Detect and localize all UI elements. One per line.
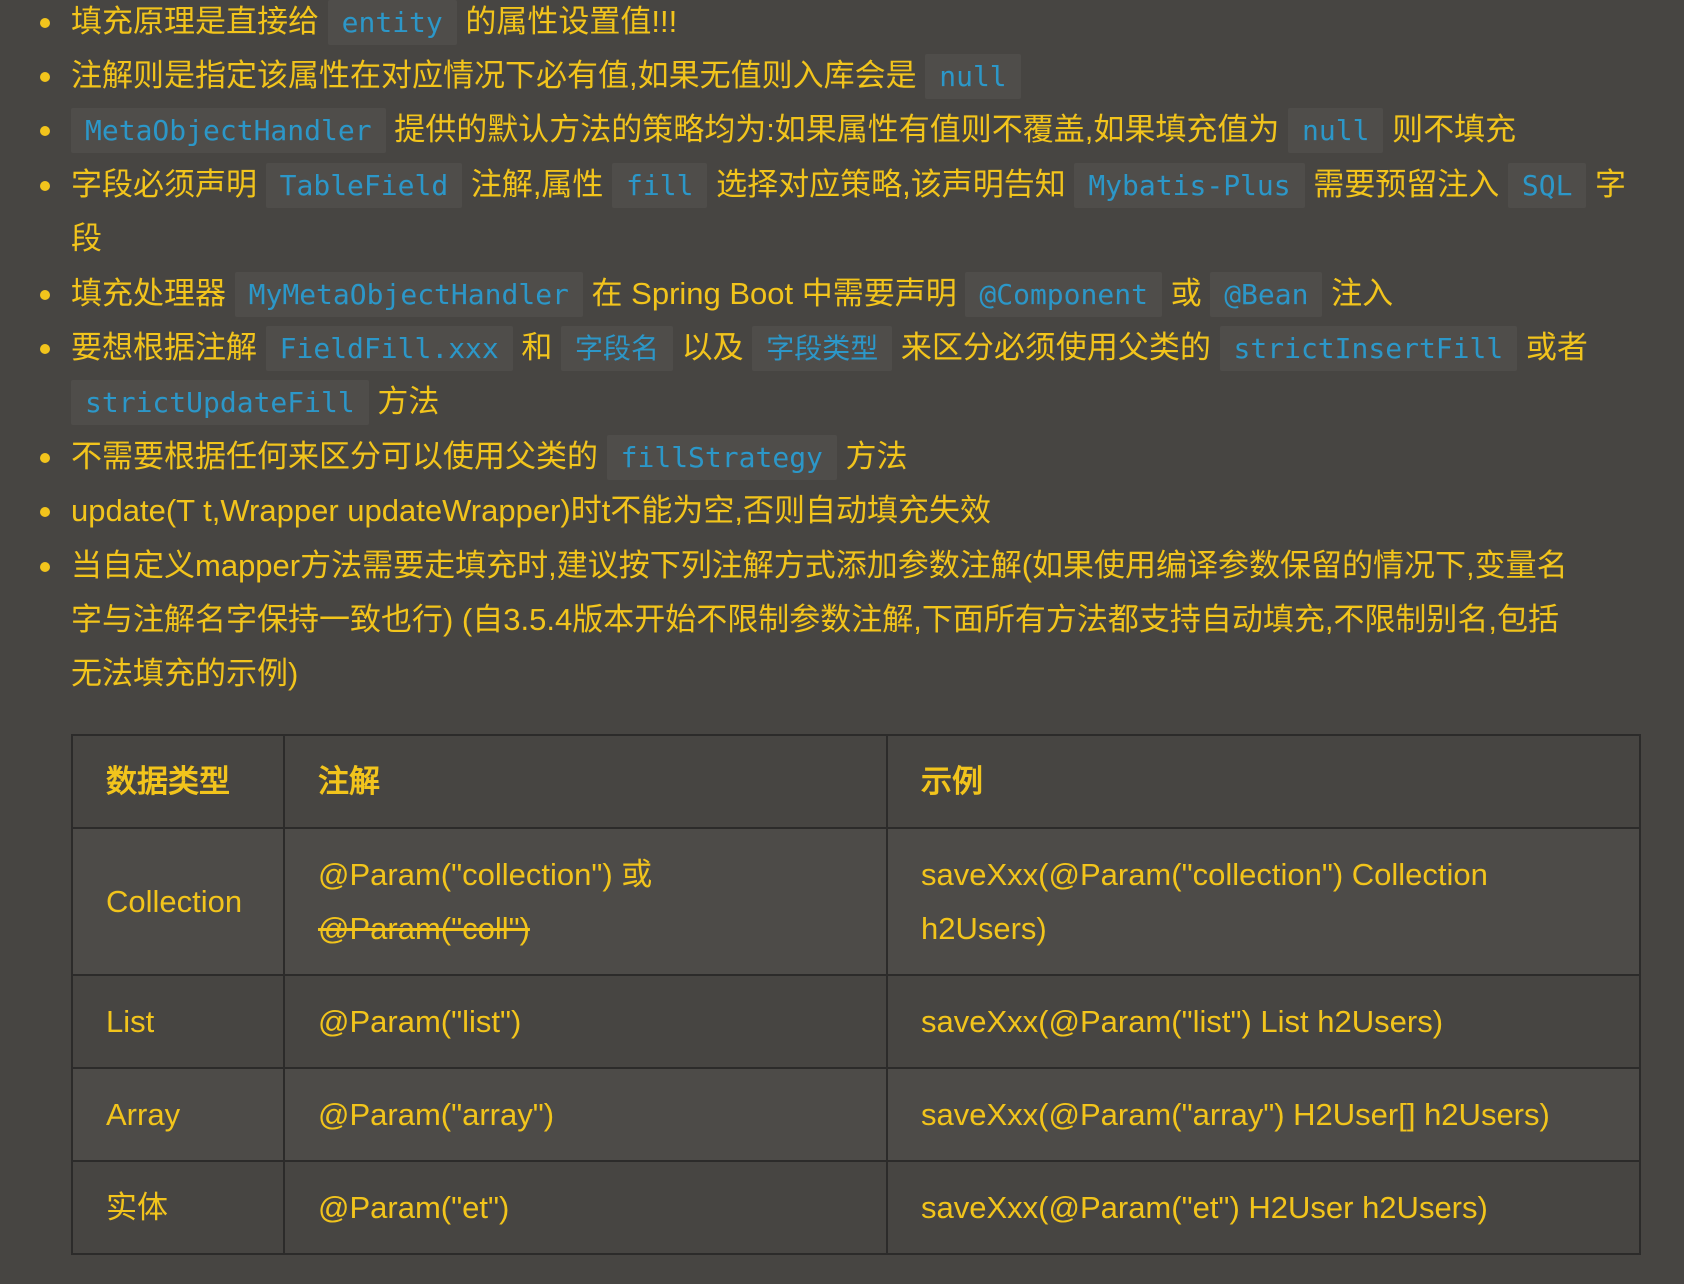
bullet <box>40 321 50 375</box>
inline-code: SQL <box>1507 163 1587 208</box>
note-line: 段 <box>71 212 1631 266</box>
header-example: 示例 <box>886 734 1641 829</box>
note-text: 字段必须声明 <box>71 167 266 202</box>
bullet <box>40 539 50 593</box>
note-text: 方法 <box>368 384 440 419</box>
inline-code: 字段类型 <box>752 326 893 371</box>
note-line: 字段必须声明 TableField 注解,属性 fill 选择对应策略,该声明告… <box>71 158 1631 212</box>
bullet <box>40 267 50 321</box>
note-text: 选择对应策略,该声明告知 <box>707 167 1075 202</box>
note-text: 或者 <box>1517 330 1588 365</box>
inline-code: FieldFill.xxx <box>265 326 513 371</box>
note-line: 无法填充的示例) <box>71 656 299 691</box>
note-text: 方法 <box>836 439 908 474</box>
table-row: Array @Param("array") saveXxx(@Param("ar… <box>71 1067 1641 1162</box>
list-item: 填充处理器 MyMetaObjectHandler 在 Spring Boot … <box>40 267 1631 322</box>
cell-data-type: Array <box>71 1067 285 1162</box>
inline-code: 字段名 <box>561 326 674 371</box>
inline-code: Mybatis-Plus <box>1074 163 1305 208</box>
bullet <box>40 0 50 49</box>
note-line: 字与注解名字保持一致也行) (自3.5.4版本开始不限制参数注解,下面所有方法都… <box>71 602 1560 637</box>
list-item: 当自定义mapper方法需要走填充时,建议按下列注解方式添加参数注解(如果使用编… <box>40 539 1631 701</box>
cell-annotation: @Param("list") <box>283 974 888 1069</box>
table-header-row: 数据类型 注解 示例 <box>71 734 1641 829</box>
note-text: update(T t,Wrapper updateWrapper)时t不能为空,… <box>71 493 991 528</box>
bullet <box>40 103 50 157</box>
note-line: 要想根据注解 FieldFill.xxx 和 字段名 以及 字段类型 来区分必须… <box>71 321 1631 375</box>
note-text: 和 <box>512 330 562 365</box>
note-line: strictUpdateFill 方法 <box>71 375 1631 429</box>
cell-annotation: @Param("et") <box>283 1160 888 1255</box>
note-text: 要想根据注解 <box>71 330 266 365</box>
note-text: 注入 <box>1322 276 1394 311</box>
inline-code: fillStrategy <box>606 435 837 480</box>
list-item: 填充原理是直接给 entity 的属性设置值!!! <box>40 0 1631 50</box>
note-text: 以及 <box>673 330 753 365</box>
header-data-type: 数据类型 <box>71 734 285 829</box>
note-text: 字 <box>1586 167 1627 202</box>
note-text: 需要预留注入 <box>1304 167 1508 202</box>
note-text: 注解,属性 <box>462 167 613 202</box>
inline-code: entity <box>327 0 457 45</box>
note-text: 不需要根据任何来区分可以使用父类的 <box>71 439 607 474</box>
note-text: 在 Spring Boot 中需要声明 <box>582 276 966 311</box>
list-item: 要想根据注解 FieldFill.xxx 和 字段名 以及 字段类型 来区分必须… <box>40 321 1631 429</box>
list-item: 注解则是指定该属性在对应情况下必有值,如果无值则入库会是 null <box>40 49 1631 104</box>
note-text: 则不填充 <box>1383 112 1517 147</box>
list-item: 不需要根据任何来区分可以使用父类的 fillStrategy 方法 <box>40 430 1631 485</box>
cell-annotation: @Param("collection") 或 @Param("coll") <box>283 827 888 976</box>
param-table-wrapper: 数据类型 注解 示例 Collection @Param("collection… <box>71 734 1641 1255</box>
bullet <box>40 158 50 212</box>
annotation-struck-text: @Param("coll") <box>318 910 530 946</box>
cell-example: saveXxx(@Param("array") H2User[] h2Users… <box>886 1067 1641 1162</box>
note-text: 填充原理是直接给 <box>71 4 328 39</box>
cell-example: saveXxx(@Param("collection") Collection … <box>886 827 1641 976</box>
note-text: 的属性设置值!!! <box>456 4 678 39</box>
table-row: Collection @Param("collection") 或 @Param… <box>71 827 1641 976</box>
cell-annotation: @Param("array") <box>283 1067 888 1162</box>
list-item: MetaObjectHandler 提供的默认方法的策略均为:如果属性有值则不覆… <box>40 103 1631 158</box>
inline-code: fill <box>612 163 708 208</box>
inline-code: null <box>925 54 1021 99</box>
inline-code: MetaObjectHandler <box>71 108 386 153</box>
note-text: 段 <box>71 221 102 256</box>
list-item: update(T t,Wrapper updateWrapper)时t不能为空,… <box>40 484 1631 538</box>
table-row: List @Param("list") saveXxx(@Param("list… <box>71 974 1641 1069</box>
note-text: 填充处理器 <box>71 276 235 311</box>
bullet <box>40 430 50 484</box>
inline-code: null <box>1288 108 1384 153</box>
note-line: 当自定义mapper方法需要走填充时,建议按下列注解方式添加参数注解(如果使用编… <box>71 548 1568 583</box>
annotation-text: @Param("collection") 或 <box>318 856 653 892</box>
inline-code: strictUpdateFill <box>71 380 369 425</box>
cell-example: saveXxx(@Param("list") List h2Users) <box>886 974 1641 1069</box>
cell-example: saveXxx(@Param("et") H2User h2Users) <box>886 1160 1641 1255</box>
bullet <box>40 484 50 538</box>
bullet <box>40 49 50 103</box>
inline-code: TableField <box>265 163 463 208</box>
example-text: saveXxx(@Param("collection") Collection <box>921 856 1488 892</box>
note-text: 注解则是指定该属性在对应情况下必有值,如果无值则入库会是 <box>71 58 926 93</box>
note-text: 来区分必须使用父类的 <box>892 330 1220 365</box>
table-row: 实体 @Param("et") saveXxx(@Param("et") H2U… <box>71 1160 1641 1255</box>
inline-code: @Bean <box>1210 272 1323 317</box>
example-text: h2Users) <box>921 910 1047 946</box>
cell-data-type: Collection <box>71 827 285 976</box>
list-item: 字段必须声明 TableField 注解,属性 fill 选择对应策略,该声明告… <box>40 158 1631 266</box>
inline-code: MyMetaObjectHandler <box>234 272 583 317</box>
cell-data-type: List <box>71 974 285 1069</box>
note-text: 或 <box>1161 276 1211 311</box>
note-text: 提供的默认方法的策略均为:如果属性有值则不覆盖,如果填充值为 <box>385 112 1289 147</box>
cell-data-type: 实体 <box>71 1160 285 1255</box>
param-annotation-table: 数据类型 注解 示例 Collection @Param("collection… <box>71 734 1641 1255</box>
inline-code: @Component <box>965 272 1162 317</box>
header-annotation: 注解 <box>283 734 888 829</box>
inline-code: strictInsertFill <box>1219 326 1518 371</box>
